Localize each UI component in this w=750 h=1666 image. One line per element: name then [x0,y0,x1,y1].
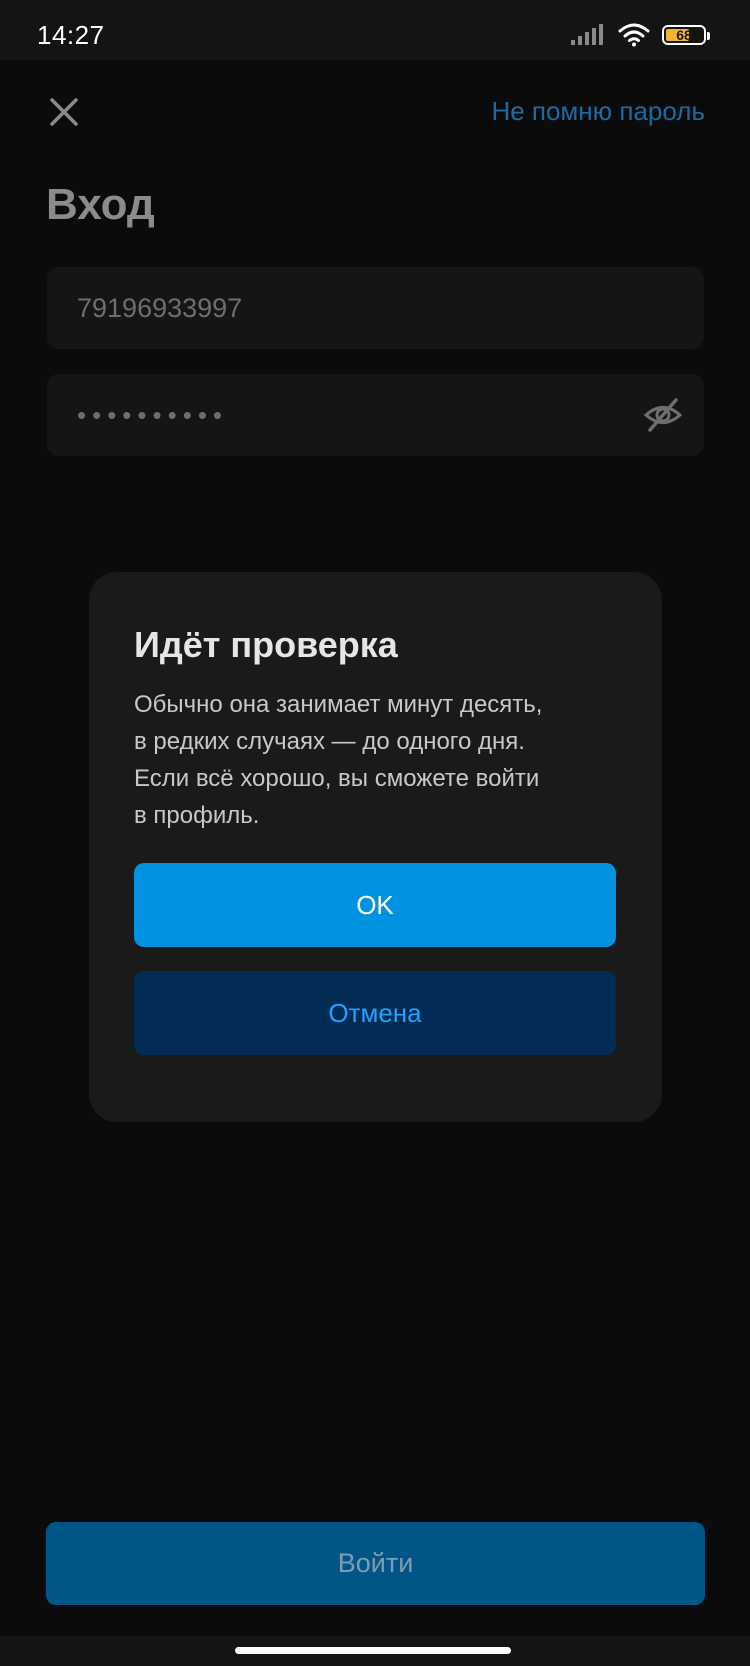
battery-percent: 68 [676,27,692,43]
wifi-icon [618,23,650,47]
password-visibility-toggle[interactable] [642,394,684,436]
battery-tip [707,32,710,40]
verification-dialog: Идёт проверка Обычно она занимает минут … [89,572,662,1122]
eye-off-icon [643,398,683,432]
login-button[interactable]: Войти [46,1522,705,1605]
status-icons: 68 [570,20,710,50]
battery-icon: 68 [662,25,710,45]
forgot-password-link[interactable]: Не помню пароль [491,96,705,127]
page-title: Вход [46,180,155,229]
close-button[interactable] [44,92,84,132]
cancel-button[interactable]: Отмена [134,971,616,1055]
status-bar: 14:27 68 [0,0,750,60]
dialog-message: Обычно она занимает минут десять, в редк… [134,691,543,829]
close-icon [50,98,78,126]
phone-field[interactable] [47,267,704,349]
status-time: 14:27 [37,20,105,50]
password-input[interactable]: •••••••••• [77,374,228,456]
phone-input[interactable] [77,267,637,349]
login-screen: 14:27 68 Не помню пароль Вход 7919693399… [0,0,750,1666]
ok-button[interactable]: OK [134,863,616,947]
navigation-bar [0,1636,750,1666]
signal-icon [571,24,603,45]
home-indicator[interactable] [235,1647,511,1654]
password-field[interactable]: •••••••••• [47,374,704,456]
dialog-title: Идёт проверка [134,624,398,665]
